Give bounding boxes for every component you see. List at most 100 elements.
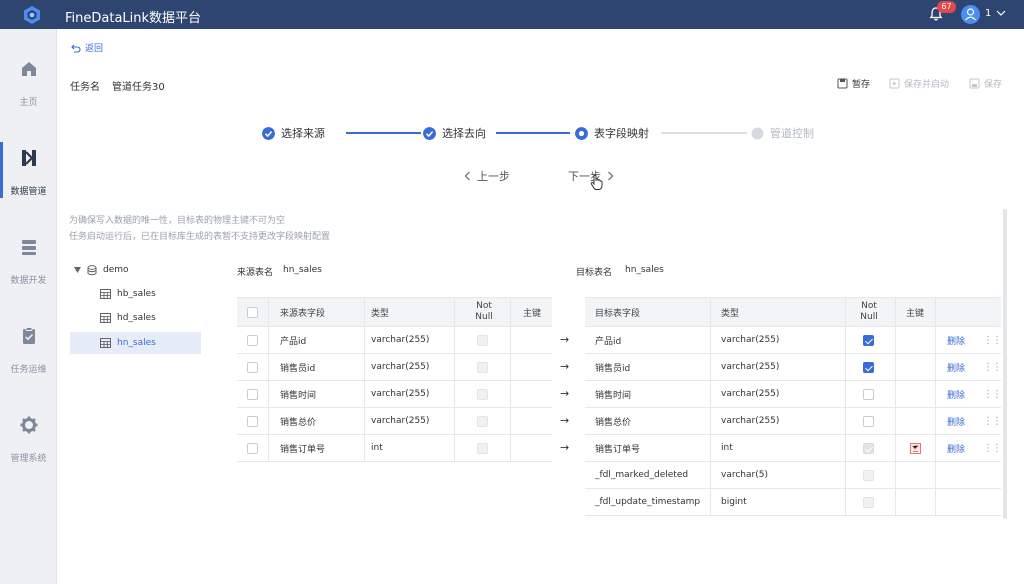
primary-key-icon (910, 442, 921, 454)
table-row: _fdl_update_timestamp bigint (585, 489, 1001, 516)
delete-link[interactable]: 删除 (947, 334, 965, 347)
save-button[interactable]: 保存 (969, 77, 1002, 90)
source-field-name: 销售员id (269, 354, 365, 380)
top-bar: FineDataLink数据平台 67 1 (0, 0, 1024, 29)
source-fields-table: 来源表字段 类型 Not Null 主键 产品id varchar(255) 销售员… (237, 297, 552, 462)
table-row: 销售员id varchar(255) (237, 354, 552, 381)
home-icon (22, 62, 36, 76)
current-step-icon (575, 126, 588, 140)
target-fields-table: 目标表字段 类型 Not Null 主键 产品id varchar(255) 删除 ⋮… (585, 297, 1002, 516)
user-icon (965, 8, 976, 21)
user-name[interactable]: 1 (985, 8, 991, 19)
row-checkbox[interactable] (247, 415, 258, 427)
source-field-name: 销售订单号 (269, 435, 365, 461)
row-checkbox[interactable] (247, 388, 258, 400)
not-null-checkbox[interactable] (863, 388, 874, 400)
column-header: Not Null (455, 298, 511, 326)
delete-link[interactable]: 删除 (947, 415, 965, 428)
not-null-checkbox[interactable] (863, 361, 874, 373)
target-field-type: varchar(5) (711, 462, 846, 488)
step-connector (346, 132, 421, 134)
table-icon (100, 338, 111, 348)
not-null-checkbox (477, 361, 488, 373)
table-row: 销售总价 varchar(255) (237, 408, 552, 435)
sidebar-item-ops[interactable]: 任务运维 (0, 326, 57, 396)
app-title: FineDataLink数据平台 (65, 11, 202, 26)
notification-badge: 67 (937, 1, 956, 13)
tree-item-hb-sales[interactable]: hb_sales (70, 283, 201, 305)
drag-handle-icon[interactable]: ⋮⋮ (983, 416, 1002, 427)
table-icon (100, 313, 111, 323)
avatar[interactable] (961, 5, 980, 24)
row-checkbox[interactable] (247, 361, 258, 373)
mapping-arrow-icon: → (560, 414, 570, 427)
table-row: 销售时间 varchar(255) 删除 ⋮⋮ (585, 381, 1002, 408)
undo-icon (71, 44, 81, 53)
step-connector (496, 132, 570, 134)
sidebar-item-pipeline[interactable]: 数据管道 (0, 142, 57, 218)
delete-link[interactable]: 删除 (947, 388, 965, 401)
tree-item-hn-sales[interactable]: hn_sales (70, 332, 201, 354)
source-field-name: 销售时间 (269, 381, 365, 407)
table-row: 销售订单号 int (237, 435, 552, 462)
target-table-label: 目标表名 (576, 268, 613, 278)
not-null-checkbox (477, 388, 488, 400)
check-circle-icon (262, 126, 275, 140)
drag-handle-icon[interactable]: ⋮⋮ (983, 443, 1002, 454)
logo-icon (24, 6, 40, 24)
target-field-type: varchar(255) (711, 327, 846, 353)
step-mapping: 表字段映射 (575, 125, 649, 141)
save-icon (969, 78, 980, 89)
target-field-type: varchar(255) (711, 381, 846, 407)
sidebar-item-dev[interactable]: 数据开发 (0, 237, 57, 307)
tree-item-hd-sales[interactable]: hd_sales (70, 307, 201, 329)
select-all-checkbox[interactable] (247, 306, 258, 318)
sidebar-item-label: 任务运维 (10, 365, 47, 375)
scrollbar[interactable] (1003, 209, 1007, 519)
table-row: _fdl_marked_deleted varchar(5) (585, 462, 1001, 489)
step-source: 选择来源 (262, 125, 325, 141)
back-link[interactable]: 返回 (71, 41, 103, 54)
column-header: 来源表字段 (269, 298, 365, 326)
sidebar-item-label: 主页 (19, 98, 38, 108)
not-null-checkbox[interactable] (863, 415, 874, 427)
not-null-checkbox (863, 469, 874, 481)
source-table-name: hn_sales (283, 265, 322, 275)
prev-step-button[interactable]: 上一步 (464, 168, 510, 184)
delete-link[interactable]: 删除 (947, 361, 965, 374)
row-checkbox[interactable] (247, 442, 258, 454)
chevron-down-icon[interactable] (996, 9, 1006, 17)
table-row: 销售时间 varchar(255) (237, 381, 552, 408)
not-null-checkbox[interactable] (863, 334, 874, 346)
sidebar-item-label: 数据管道 (10, 187, 47, 197)
drag-handle-icon[interactable]: ⋮⋮ (983, 362, 1002, 373)
sidebar-item-label: 数据开发 (10, 276, 47, 286)
tree-root[interactable]: demo (74, 259, 129, 281)
database-icon (87, 264, 97, 275)
source-field-name: 销售总价 (269, 408, 365, 434)
row-checkbox[interactable] (247, 334, 258, 346)
sidebar-item-system[interactable]: 管理系统 (0, 415, 57, 485)
not-null-checkbox (477, 442, 488, 454)
target-field-name: _fdl_update_timestamp (585, 489, 711, 515)
save-and-start-button[interactable]: 保存并启动 (889, 77, 949, 90)
pause-button[interactable]: 暂存 (837, 77, 870, 90)
column-header: 目标表字段 (585, 298, 711, 326)
column-header: Not Null (846, 298, 896, 326)
delete-link[interactable]: 删除 (947, 442, 965, 455)
step-connector (661, 132, 747, 134)
mapping-arrow-icon: → (560, 387, 570, 400)
sidebar-item-home[interactable]: 主页 (0, 59, 57, 129)
source-table-label: 来源表名 (237, 268, 274, 278)
clipboard-icon (23, 327, 35, 344)
source-field-type: int (365, 435, 455, 461)
target-field-type: bigint (711, 489, 846, 515)
source-field-name: 产品id (269, 327, 365, 353)
not-null-checkbox (863, 442, 874, 454)
table-row: 产品id varchar(255) (237, 327, 552, 354)
main-panel: 返回 任务名 管道任务30 暂存 保存并启动 保存 选择来源 选择去向 表字段映… (57, 29, 1024, 584)
column-header: 主键 (523, 308, 542, 319)
drag-handle-icon[interactable]: ⋮⋮ (983, 389, 1002, 400)
drag-handle-icon[interactable]: ⋮⋮ (983, 335, 1002, 346)
table-header: 目标表字段 类型 Not Null 主键 (585, 298, 1001, 327)
